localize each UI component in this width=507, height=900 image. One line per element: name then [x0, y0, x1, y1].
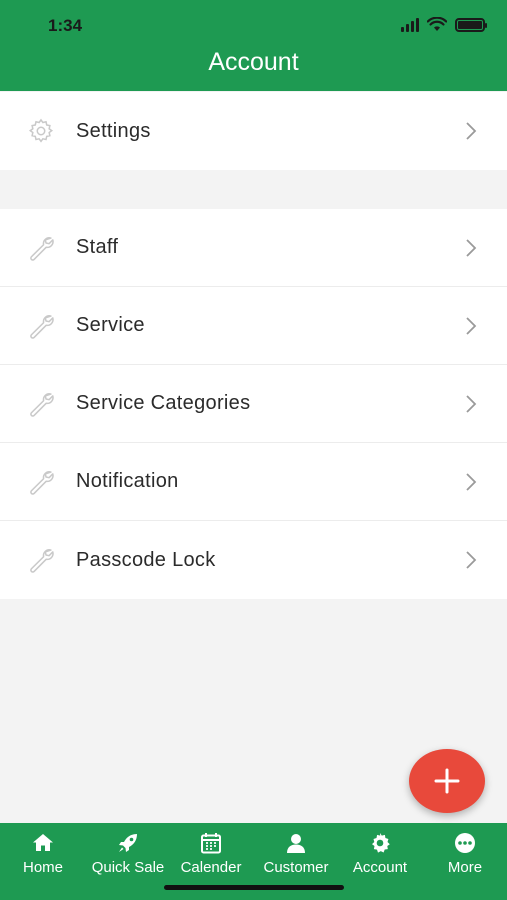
calendar-icon [201, 833, 221, 854]
wrench-icon [30, 393, 54, 417]
tab-label: Customer [263, 859, 329, 876]
tab-more[interactable]: More [423, 831, 507, 876]
menu-item-label: Notification [76, 470, 179, 492]
battery-icon [455, 17, 487, 32]
home-indicator[interactable] [164, 885, 344, 890]
account-menu-group: Staff Service Service Categories Notific… [0, 209, 507, 599]
menu-item-passcode-lock[interactable]: Passcode Lock [0, 521, 507, 599]
tab-quick-sale[interactable]: Quick Sale [86, 831, 170, 876]
tab-label: Home [22, 859, 63, 876]
gear-icon [28, 118, 54, 143]
tab-label: Account [352, 859, 408, 876]
menu-item-staff[interactable]: Staff [0, 209, 507, 287]
menu-item-label: Staff [76, 236, 119, 258]
tab-home[interactable]: Home [1, 831, 85, 876]
chevron-right-icon [466, 395, 477, 413]
signal-icon [401, 17, 419, 32]
tab-account[interactable]: Account [338, 831, 422, 876]
tab-label: More [447, 859, 483, 876]
home-icon [33, 834, 53, 851]
chevron-right-icon [466, 239, 477, 257]
tab-customer[interactable]: Customer [254, 831, 338, 876]
tab-calender[interactable]: Calender [169, 831, 253, 876]
wrench-icon [30, 471, 54, 495]
rocket-icon [119, 834, 137, 852]
plus-icon [434, 768, 460, 794]
menu-item-label: Service Categories [76, 392, 251, 414]
menu-item-settings[interactable]: Settings [0, 92, 507, 170]
person-icon [287, 834, 305, 853]
wrench-icon [30, 315, 54, 339]
gear-icon [372, 833, 390, 853]
tab-label: Quick Sale [91, 859, 165, 876]
menu-item-notification[interactable]: Notification [0, 443, 507, 521]
add-button[interactable] [409, 749, 485, 813]
tab-label: Calender [180, 859, 242, 876]
more-icon [455, 833, 475, 853]
menu-item-service[interactable]: Service [0, 287, 507, 365]
wrench-icon [30, 549, 54, 573]
chevron-right-icon [466, 122, 477, 140]
chevron-right-icon [466, 317, 477, 335]
wifi-icon [427, 17, 447, 31]
chevron-right-icon [466, 551, 477, 569]
page-title: Account [208, 48, 299, 76]
menu-item-label: Service [76, 314, 145, 336]
chevron-right-icon [466, 473, 477, 491]
menu-item-label: Settings [76, 119, 151, 142]
status-time: 1:34 [48, 16, 83, 35]
wrench-icon [30, 237, 54, 261]
menu-item-service-categories[interactable]: Service Categories [0, 365, 507, 443]
settings-group: Settings [0, 92, 507, 170]
menu-item-label: Passcode Lock [76, 548, 216, 571]
app-header: 1:34 Account [0, 0, 507, 91]
status-icons [401, 17, 487, 32]
